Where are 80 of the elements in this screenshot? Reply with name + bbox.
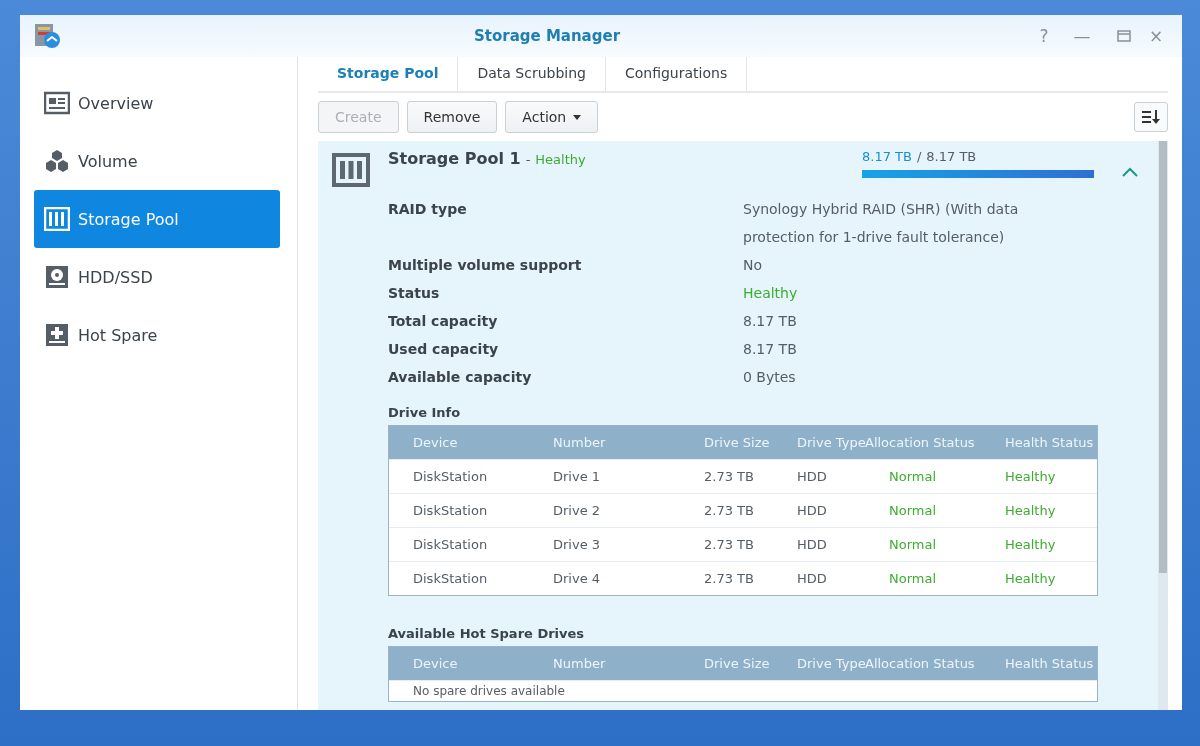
sidebar-item[interactable]: Storage Pool — [34, 190, 280, 248]
table-cell-text: DiskStation — [412, 571, 489, 586]
property-value: 8.17 TB — [743, 312, 798, 331]
table-cell-text: Healthy — [1004, 469, 1057, 484]
plus-box-icon — [44, 323, 70, 347]
property-value: Healthy — [743, 284, 799, 303]
column-header: Device — [412, 656, 459, 671]
column-header: Allocation Status — [865, 435, 976, 450]
sidebar-item[interactable]: Overview — [34, 74, 280, 132]
table-cell-text: Healthy — [1004, 503, 1057, 518]
sort-button[interactable] — [1134, 102, 1168, 132]
column-header: Health Status — [1004, 435, 1095, 450]
app-logo-icon — [34, 23, 62, 49]
caret-icon — [573, 114, 582, 120]
column-header: Allocation Status — [865, 656, 976, 671]
table-cell-text: Drive 2 — [552, 503, 602, 518]
table-cell-text: Normal — [888, 571, 938, 586]
property-value: No — [743, 256, 764, 275]
maximize-icon[interactable] — [1117, 30, 1131, 42]
total-capacity: 8.17 TB — [926, 149, 977, 164]
tab[interactable]: Data Scrubbing — [458, 57, 606, 91]
table-cell-text: DiskStation — [412, 537, 489, 552]
section-title: Available Hot Spare Drives — [388, 626, 586, 641]
table-cell-text: 2.73 TB — [703, 571, 755, 586]
id-card-icon — [44, 91, 70, 115]
table-cell-text: 2.73 TB — [703, 503, 755, 518]
column-header: Device — [412, 435, 459, 450]
empty-message: No spare drives available — [412, 684, 565, 698]
pool-name: Storage Pool 1 — [388, 149, 521, 168]
column-header: Drive Type — [797, 656, 865, 671]
table-cell-text: Drive 4 — [552, 571, 602, 586]
property-value: 8.17 TB — [743, 340, 798, 359]
sort-icon — [1141, 109, 1161, 125]
sidebar-item[interactable]: Volume — [34, 132, 280, 190]
separator: - — [525, 152, 531, 167]
property-label: RAID type — [388, 200, 468, 219]
table-cell-text: Drive 1 — [552, 469, 602, 484]
property-label: Status — [388, 284, 441, 303]
column-header: Number — [552, 435, 607, 450]
column-header: Drive Type — [797, 435, 865, 450]
window-title: Storage Manager — [472, 27, 622, 45]
slash: / — [916, 149, 922, 164]
section-title: Drive Info — [388, 405, 462, 420]
table-cell-text: HDD — [797, 537, 828, 552]
drive-bays-icon — [332, 153, 370, 187]
property-value: 0 Bytes — [743, 368, 797, 387]
scrollbar-thumb[interactable] — [1159, 141, 1167, 573]
table-cell-text: DiskStation — [412, 469, 489, 484]
column-header: Drive Size — [703, 656, 771, 671]
table-cell-text: Healthy — [1004, 537, 1057, 552]
table-cell-text: Healthy — [1004, 571, 1057, 586]
table-cell-text: 2.73 TB — [703, 469, 755, 484]
used-capacity: 8.17 TB — [862, 149, 912, 164]
pool-status: Healthy — [535, 152, 586, 167]
toolbar-button[interactable]: Action — [505, 101, 599, 133]
drive-bays-icon — [44, 207, 70, 231]
table-cell-text: HDD — [797, 503, 828, 518]
table-cell-text: Normal — [888, 537, 938, 552]
sidebar-item[interactable]: HDD/SSD — [34, 248, 280, 306]
column-header: Drive Size — [703, 435, 771, 450]
tab[interactable]: Configurations — [605, 57, 748, 91]
property-label: Multiple volume support — [388, 256, 583, 275]
property-label: Total capacity — [388, 312, 499, 331]
table-cell-text: HDD — [797, 571, 828, 586]
toolbar-button[interactable]: Remove — [406, 101, 498, 133]
property-label: Available capacity — [388, 368, 533, 387]
column-header: Health Status — [1004, 656, 1095, 671]
table-cell-text: Normal — [888, 503, 938, 518]
property-value: Synology Hybrid RAID (SHR) (With data protection for 1-drive fault tolerance) — [743, 200, 1020, 247]
table-cell-text: HDD — [797, 469, 828, 484]
property-label: Used capacity — [388, 340, 500, 359]
cubes-icon — [44, 149, 70, 173]
table-cell-text: 2.73 TB — [703, 537, 755, 552]
sidebar-item[interactable]: Hot Spare — [34, 306, 280, 364]
table-cell-text: DiskStation — [412, 503, 489, 518]
table-cell-text: Normal — [888, 469, 938, 484]
collapse-icon[interactable] — [1122, 167, 1138, 177]
tab[interactable]: Storage Pool — [318, 57, 459, 91]
table-cell-text: Drive 3 — [552, 537, 602, 552]
column-header: Number — [552, 656, 607, 671]
